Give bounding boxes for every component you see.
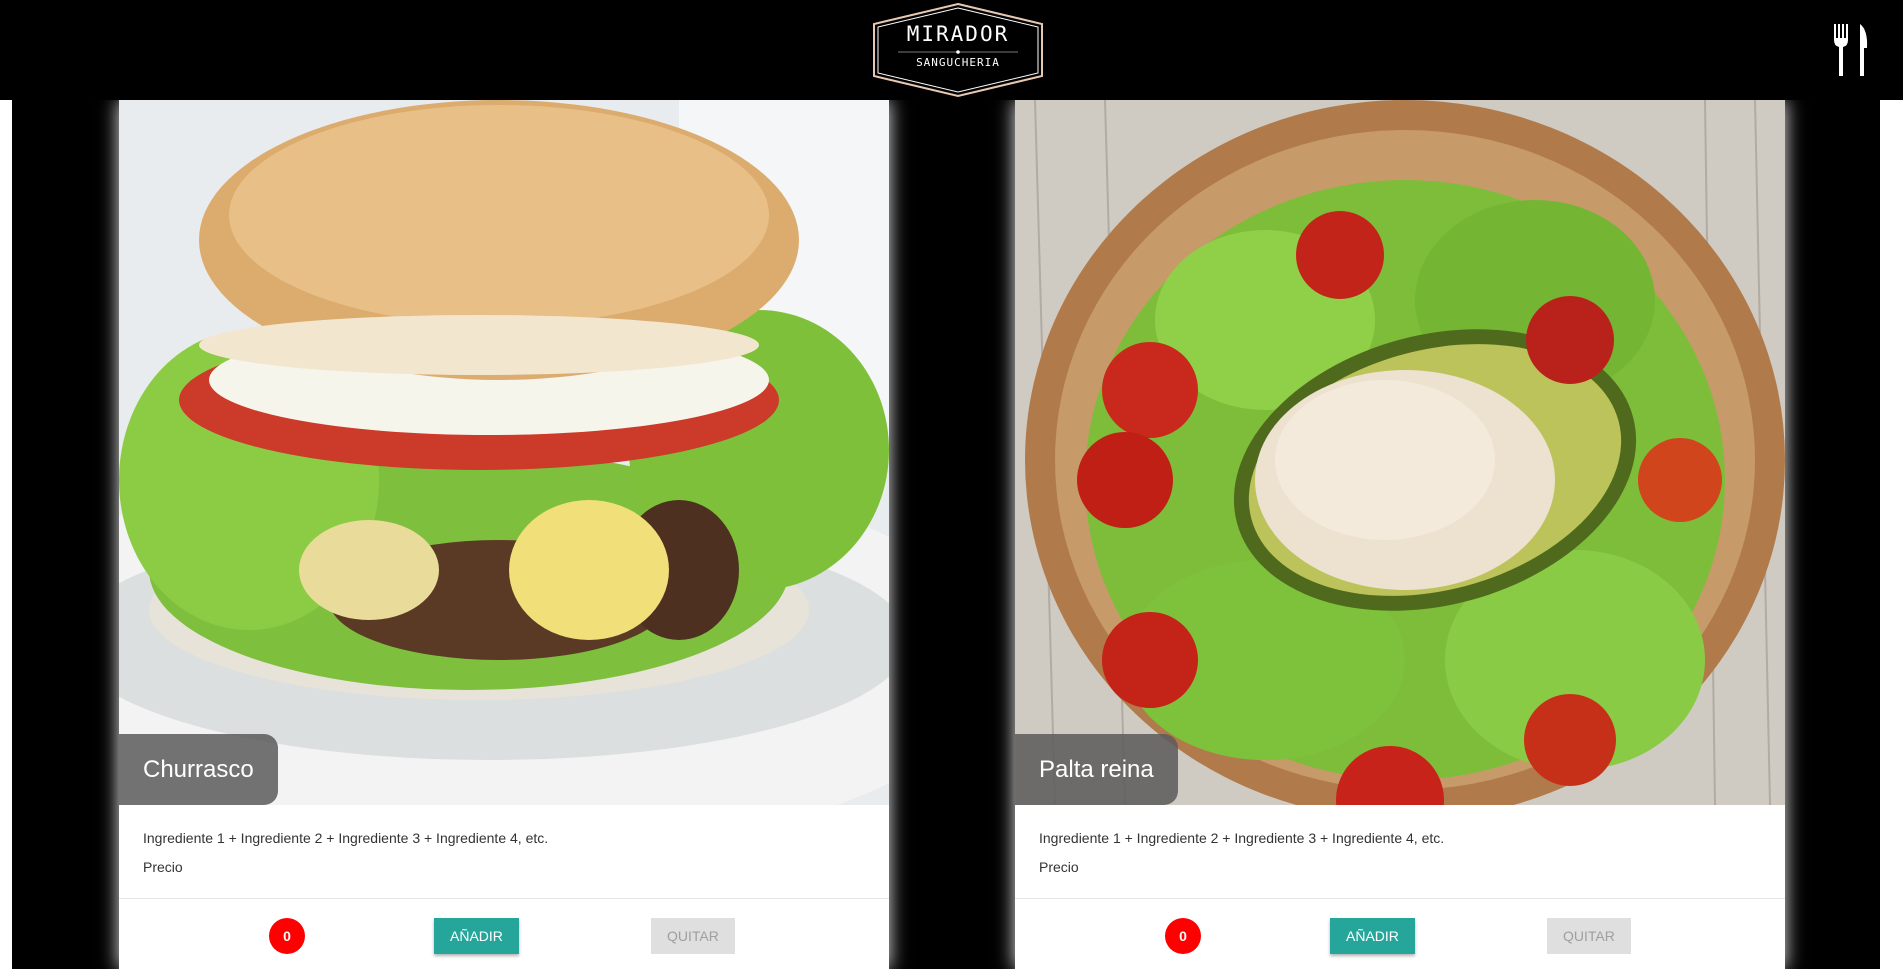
add-button[interactable]: AÑADIR (1330, 918, 1415, 954)
product-image-churrasco: Churrasco (119, 100, 889, 805)
page-left-strip (0, 100, 12, 969)
top-navbar: MIRADOR SANGUCHERIA (0, 0, 1903, 100)
card-divider (119, 898, 889, 899)
product-image-palta-reina: Palta reina (1015, 100, 1785, 805)
logo-title: MIRADOR (906, 22, 1010, 46)
product-description: Ingrediente 1 + Ingrediente 2 + Ingredie… (1039, 830, 1445, 846)
quantity-badge: 0 (1165, 918, 1201, 954)
product-title: Churrasco (119, 734, 278, 805)
brand-logo[interactable]: MIRADOR SANGUCHERIA (870, 2, 1046, 98)
remove-button[interactable]: QUITAR (1547, 918, 1631, 954)
product-price: Precio (143, 859, 183, 875)
product-card-churrasco: Churrasco Ingrediente 1 + Ingrediente 2 … (119, 100, 889, 969)
product-card-palta-reina: Palta reina Ingrediente 1 + Ingrediente … (1015, 100, 1785, 969)
product-description: Ingrediente 1 + Ingrediente 2 + Ingredie… (143, 830, 549, 846)
fork-knife-icon[interactable] (1830, 22, 1870, 78)
logo-subtitle: SANGUCHERIA (916, 56, 1000, 69)
product-title: Palta reina (1015, 734, 1178, 805)
page-right-strip (1880, 100, 1903, 969)
add-button[interactable]: AÑADIR (434, 918, 519, 954)
quantity-badge: 0 (269, 918, 305, 954)
card-divider (1015, 898, 1785, 899)
remove-button[interactable]: QUITAR (651, 918, 735, 954)
product-price: Precio (1039, 859, 1079, 875)
